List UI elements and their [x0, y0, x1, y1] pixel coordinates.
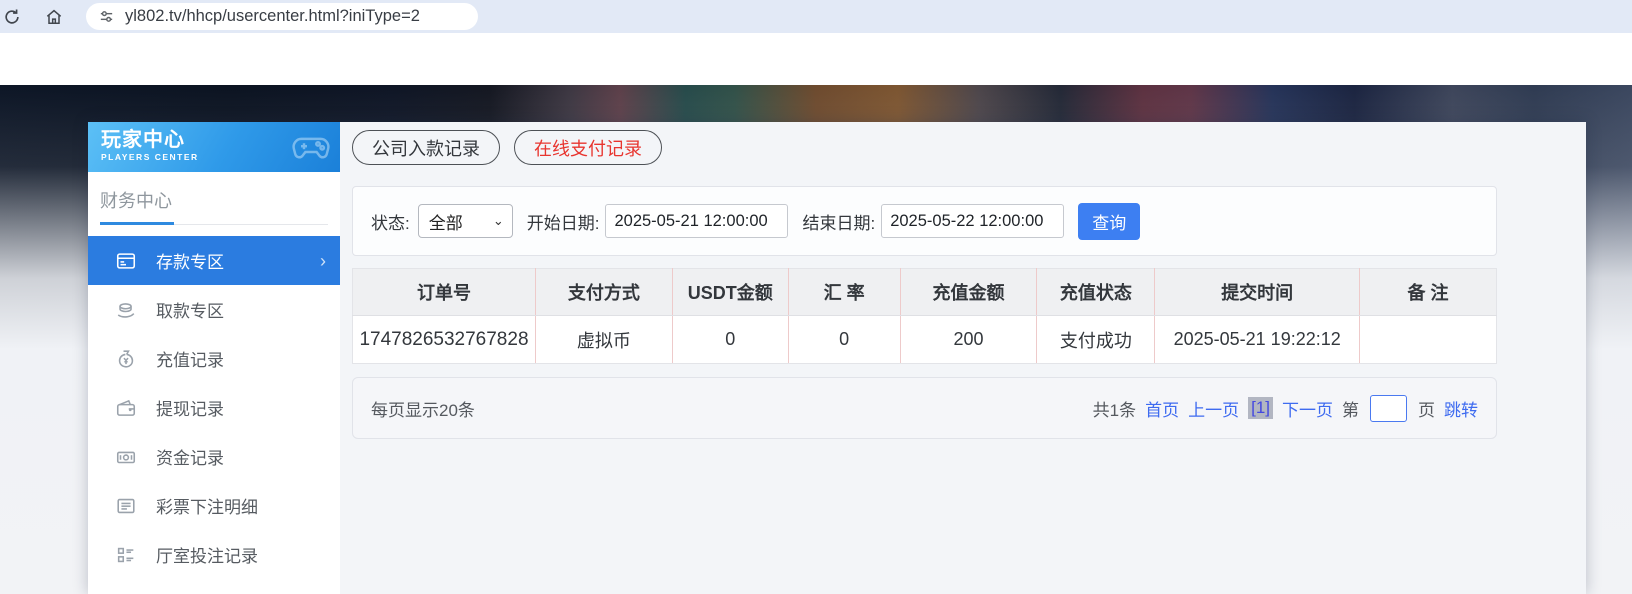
cash-icon [115, 446, 137, 468]
end-date-input[interactable] [881, 204, 1065, 238]
col-recharge-amount: 充值金额 [900, 268, 1038, 316]
sidebar-item-deposit-zone[interactable]: 存款专区 › [88, 236, 340, 285]
document-lines-icon [115, 495, 137, 517]
deposit-card-icon [115, 250, 137, 272]
sidebar-item-label: 存款专区 [156, 253, 224, 272]
prev-page-link[interactable]: 上一页 [1188, 396, 1239, 421]
pagination-controls: 共1条 首页 上一页 [1] 下一页 第 页 跳转 [1092, 394, 1478, 422]
sidebar-item-withdraw-zone[interactable]: 取款专区 [88, 285, 340, 334]
sidebar-item-label: 彩票下注明细 [156, 498, 258, 517]
start-date-input[interactable] [605, 204, 789, 238]
status-label: 状态: [371, 213, 410, 233]
cell-payment-method: 虚拟币 [535, 315, 673, 364]
chevron-right-icon: › [320, 250, 326, 271]
sidebar-menu: 存款专区 › 取款专区 充值记录 提现记录 资金记录 彩票下注明细 厅室投注记录 [88, 236, 340, 579]
start-date-label: 开始日期: [526, 213, 600, 233]
home-icon[interactable] [44, 7, 64, 27]
next-page-link[interactable]: 下一页 [1282, 396, 1333, 421]
checklist-icon [115, 544, 137, 566]
sidebar-item-label: 提现记录 [156, 400, 224, 419]
sidebar-item-fund-records[interactable]: 资金记录 [88, 432, 340, 481]
table-header-row: 订单号 支付方式 USDT金额 汇 率 充值金额 充值状态 提交时间 备 注 [352, 268, 1497, 316]
search-button[interactable]: 查询 [1078, 202, 1141, 240]
col-submit-time: 提交时间 [1154, 268, 1361, 316]
sidebar-item-label: 资金记录 [156, 449, 224, 468]
cell-submit-time: 2025-05-21 19:22:12 [1154, 315, 1361, 364]
cell-usdt-amount: 0 [672, 315, 789, 364]
site-settings-icon[interactable] [98, 8, 115, 25]
user-center-panel: 玩家中心 PLAYERS CENTER 财务中心 存款专区 › 取款专区 充值记… [88, 122, 1586, 594]
page-size-text: 每页显示20条 [371, 400, 475, 420]
cell-remarks [1359, 315, 1497, 364]
tab-online-payment-records[interactable]: 在线支付记录 [514, 130, 662, 165]
col-recharge-status: 充值状态 [1036, 268, 1156, 316]
jump-prefix-label: 第 [1342, 400, 1359, 420]
status-select[interactable]: 全部 ⌄ [417, 204, 513, 238]
record-tabs: 公司入款记录 在线支付记录 [352, 130, 1586, 165]
col-remarks: 备 注 [1359, 268, 1497, 316]
end-date-label: 结束日期: [802, 213, 876, 233]
tab-company-deposit-records[interactable]: 公司入款记录 [352, 130, 500, 165]
payment-records-table: 订单号 支付方式 USDT金额 汇 率 充值金额 充值状态 提交时间 备 注 1… [352, 268, 1497, 364]
current-page-indicator: [1] [1248, 397, 1273, 419]
col-order-number: 订单号 [352, 268, 536, 316]
filter-panel: 状态: 全部 ⌄ 开始日期: 结束日期: 查询 [352, 186, 1497, 256]
sidebar-item-label: 取款专区 [156, 302, 224, 321]
reload-icon[interactable] [2, 7, 22, 27]
page-top-strip [0, 33, 1632, 85]
address-bar[interactable]: yl802.tv/hhcp/usercenter.html?iniType=2 [86, 3, 478, 30]
sidebar-item-label: 厅室投注记录 [156, 547, 258, 566]
cell-exchange-rate: 0 [788, 315, 901, 364]
withdraw-hand-icon [115, 299, 137, 321]
sidebar-item-recharge-records[interactable]: 充值记录 [88, 334, 340, 383]
sidebar-item-label: 充值记录 [156, 351, 224, 370]
cell-recharge-amount: 200 [900, 315, 1038, 364]
cell-recharge-status: 支付成功 [1036, 315, 1156, 364]
total-count-text: 共1条 [1092, 400, 1137, 420]
browser-toolbar: yl802.tv/hhcp/usercenter.html?iniType=2 [0, 0, 1632, 33]
status-select-value: 全部 [428, 213, 463, 233]
url-text[interactable]: yl802.tv/hhcp/usercenter.html?iniType=2 [125, 7, 420, 26]
wallet-icon [115, 397, 137, 419]
sidebar-item-lottery-bet-details[interactable]: 彩票下注明细 [88, 481, 340, 530]
sidebar: 玩家中心 PLAYERS CENTER 财务中心 存款专区 › 取款专区 充值记… [88, 122, 340, 594]
col-exchange-rate: 汇 率 [788, 268, 901, 316]
jump-suffix-label: 页 [1418, 400, 1435, 420]
table-row: 1747826532767828 虚拟币 0 0 200 支付成功 2025-0… [352, 315, 1497, 364]
section-divider [100, 222, 328, 225]
cell-order-number: 1747826532767828 [352, 315, 536, 364]
players-center-banner: 玩家中心 PLAYERS CENTER [88, 122, 340, 172]
gamepad-icon [290, 124, 332, 171]
first-page-link[interactable]: 首页 [1145, 396, 1179, 421]
section-title-finance-center: 财务中心 [100, 191, 172, 211]
col-usdt-amount: USDT金额 [672, 268, 789, 316]
chevron-down-icon: ⌄ [492, 213, 504, 228]
page-jump-button[interactable]: 跳转 [1444, 396, 1478, 421]
sidebar-item-hall-bet-records[interactable]: 厅室投注记录 [88, 530, 340, 579]
main-content: 公司入款记录 在线支付记录 状态: 全部 ⌄ 开始日期: 结束日期: 查询 订单… [340, 122, 1586, 594]
page-jump-input[interactable] [1370, 394, 1407, 422]
pagination-bar: 每页显示20条 共1条 首页 上一页 [1] 下一页 第 页 跳转 [352, 377, 1497, 439]
moneybag-icon [115, 348, 137, 370]
col-payment-method: 支付方式 [535, 268, 673, 316]
sidebar-item-withdrawal-records[interactable]: 提现记录 [88, 383, 340, 432]
